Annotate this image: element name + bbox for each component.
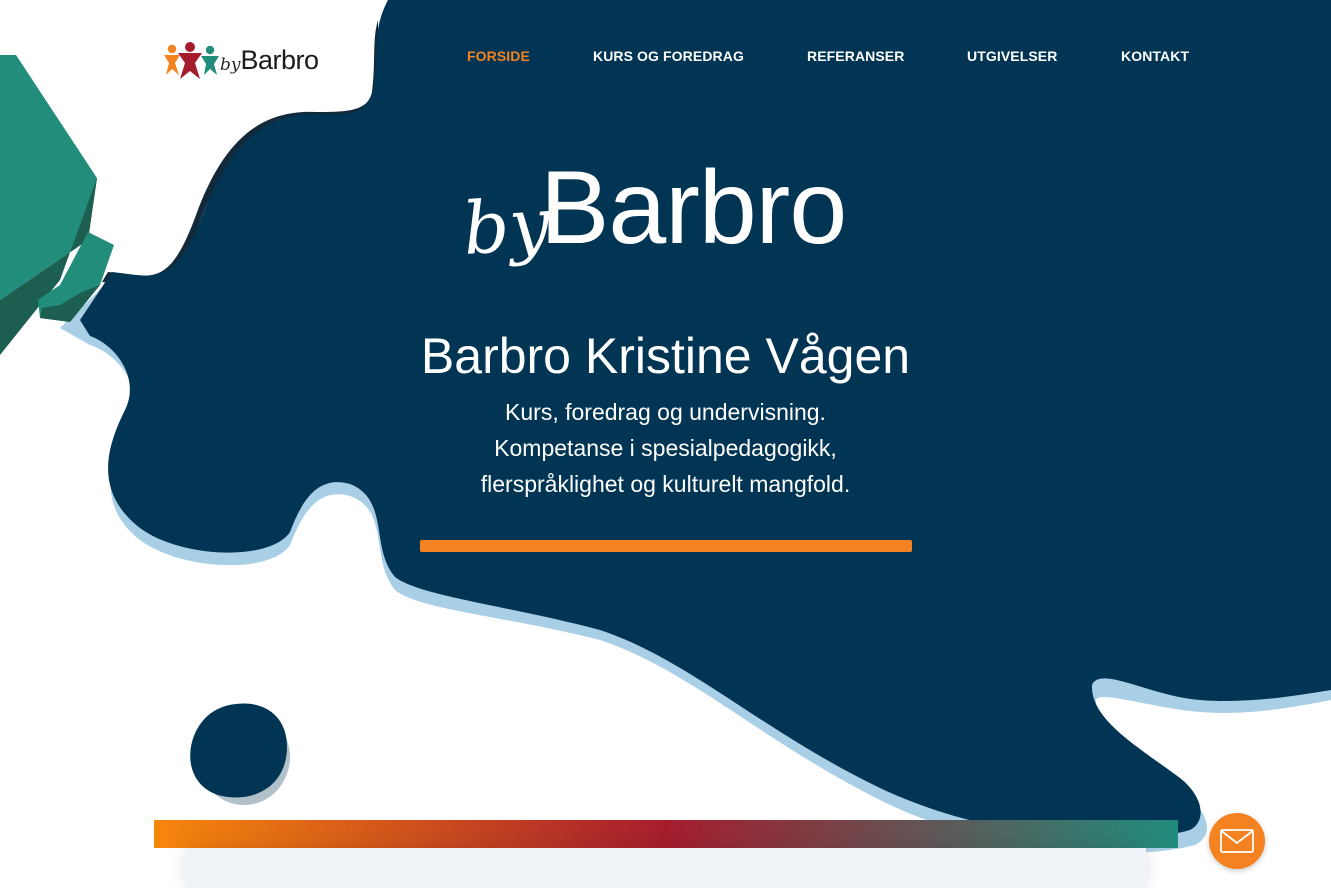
people-logo-icon [164,42,219,79]
paint-drop [190,703,287,798]
contact-mail-button[interactable] [1209,813,1265,869]
logo-name-text: Barbro [240,44,320,75]
logo-by-text: by [220,55,241,75]
hero-line-1: Kurs, foredrag og undervisning. [505,399,826,425]
hero-line-3: flerspråklighet og kulturelt mangfold. [480,471,851,497]
content-card [186,848,1146,888]
hero-line-2: Kompetanse i spesialpedagogikk, [494,435,837,461]
hero-description: Kurs, foredrag og undervisning. Kompetan… [0,394,1331,502]
site-logo[interactable]: by Barbro [162,38,332,82]
hero-title: Barbro Kristine Vågen [420,328,911,384]
hero-divider-bar [420,540,912,552]
hero-brand-name: Barbro [540,150,847,266]
nav-item-kurs-og-foredrag[interactable]: KURS OG FOREDRAG [593,48,744,64]
gradient-divider [154,820,1178,848]
nav-item-utgivelser[interactable]: UTGIVELSER [967,48,1057,64]
nav-item-forside[interactable]: FORSIDE [467,48,530,64]
main-navigation: FORSIDE KURS OG FOREDRAG REFERANSER UTGI… [430,48,1220,68]
nav-item-kontakt[interactable]: KONTAKT [1121,48,1189,64]
envelope-icon [1220,829,1254,853]
nav-item-referanser[interactable]: REFERANSER [807,48,904,64]
hero-brand-by: by [460,181,553,271]
